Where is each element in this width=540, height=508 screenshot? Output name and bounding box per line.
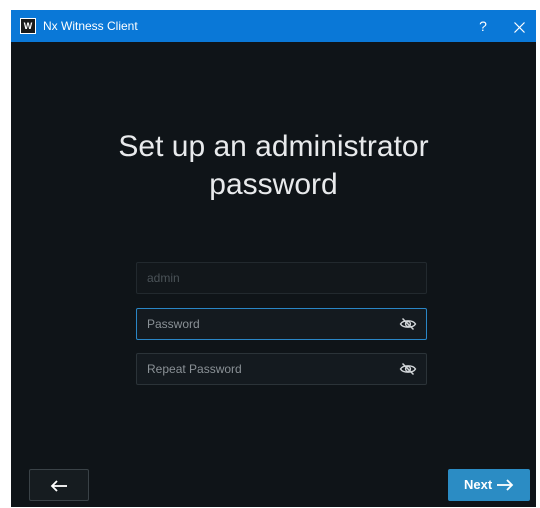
password-field[interactable] xyxy=(136,308,427,340)
title-bar[interactable]: W Nx Witness Client ? xyxy=(11,10,536,42)
setup-window: W Nx Witness Client ? Set up an administ… xyxy=(11,10,536,507)
repeat-password-field[interactable] xyxy=(136,353,427,385)
window-title: Nx Witness Client xyxy=(43,19,138,33)
page-title-line-2: password xyxy=(209,168,338,201)
arrow-right-icon xyxy=(497,479,514,491)
back-button[interactable] xyxy=(29,469,89,501)
close-icon xyxy=(514,21,525,33)
app-logo-icon: W xyxy=(20,18,36,34)
page-title: Set up an administrator password xyxy=(11,128,536,204)
repeat-password-visibility-toggle-icon[interactable] xyxy=(399,362,417,376)
repeat-password-input[interactable] xyxy=(147,354,387,384)
close-button[interactable] xyxy=(503,10,536,42)
password-visibility-toggle-icon[interactable] xyxy=(399,317,417,331)
username-input[interactable] xyxy=(147,263,387,293)
next-button-label: Next xyxy=(464,477,493,492)
help-button[interactable]: ? xyxy=(461,10,505,42)
arrow-left-icon xyxy=(50,480,67,492)
next-button[interactable]: Next xyxy=(448,469,530,501)
username-field[interactable] xyxy=(136,262,427,294)
password-input[interactable] xyxy=(147,309,387,339)
page-title-line-1: Set up an administrator xyxy=(118,130,429,163)
